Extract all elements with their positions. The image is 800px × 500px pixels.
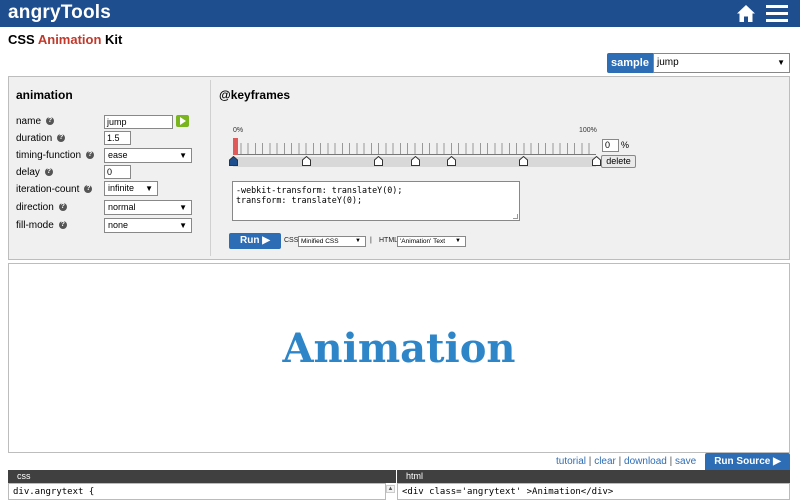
resize-handle-icon[interactable] xyxy=(513,214,518,219)
panel-divider xyxy=(210,80,211,256)
css-panel-header: css xyxy=(8,470,396,483)
timeline-end-label: 100% xyxy=(579,127,597,134)
css-code-editor[interactable]: div.angrytext { xyxy=(8,483,386,500)
keyframe-marker[interactable] xyxy=(446,156,456,166)
chevron-down-icon: ▼ xyxy=(777,58,785,67)
help-icon[interactable]: ? xyxy=(46,117,55,126)
help-icon[interactable]: ? xyxy=(44,168,53,177)
timeline-start-label: 0% xyxy=(233,127,244,134)
duration-label: duration? xyxy=(16,133,66,144)
chevron-down-icon: ▼ xyxy=(179,221,187,230)
chevron-down-icon: ▼ xyxy=(355,238,361,244)
keyframe-marker[interactable] xyxy=(410,156,420,166)
site-logo[interactable]: angryTools xyxy=(8,2,111,24)
scroll-up-arrow-icon[interactable]: ▲ xyxy=(386,485,395,493)
direction-select[interactable]: normal ▼ xyxy=(104,200,192,215)
css-output-select[interactable]: Minified CSS ▼ xyxy=(298,236,366,247)
save-link[interactable]: save xyxy=(675,456,696,467)
page-title: CSS Animation Kit xyxy=(8,32,123,47)
html-output-label: HTML xyxy=(379,237,399,244)
html-code-editor[interactable]: <div class='angrytext' >Animation</div> xyxy=(397,483,790,500)
action-links: tutorial | clear | download | save xyxy=(556,456,697,467)
sample-select[interactable]: jump ▼ xyxy=(653,53,790,73)
run-button[interactable]: Run ▶ xyxy=(229,233,281,249)
separator: | xyxy=(370,237,372,244)
preview-animation-text: Animation xyxy=(282,325,516,372)
download-link[interactable]: download xyxy=(624,456,667,467)
top-bar xyxy=(0,0,800,27)
keyframe-marker[interactable] xyxy=(374,156,384,166)
help-icon[interactable]: ? xyxy=(84,185,93,194)
keyframes-heading: @keyframes xyxy=(219,88,291,102)
html-panel-header: html xyxy=(397,470,790,483)
delay-label: delay? xyxy=(16,167,53,178)
fill-mode-select[interactable]: none ▼ xyxy=(104,218,192,233)
keyframe-marker[interactable] xyxy=(519,156,529,166)
home-icon[interactable] xyxy=(736,4,756,23)
timeline-current-position xyxy=(233,138,238,155)
chevron-down-icon: ▼ xyxy=(179,203,187,212)
keyframe-marker-selected[interactable] xyxy=(229,156,238,166)
keyframe-marker[interactable] xyxy=(592,156,601,166)
menu-icon[interactable] xyxy=(766,5,788,22)
iteration-count-label: iteration-count? xyxy=(16,184,93,195)
keyframe-code-textarea[interactable]: -webkit-transform: translateY(0); transf… xyxy=(232,181,520,221)
name-input[interactable]: jump xyxy=(104,115,173,129)
delete-button[interactable]: delete xyxy=(601,155,636,168)
chevron-down-icon: ▼ xyxy=(455,238,461,244)
direction-label: direction? xyxy=(16,202,67,213)
help-icon[interactable]: ? xyxy=(58,203,67,212)
help-icon[interactable]: ? xyxy=(58,221,67,230)
duration-input[interactable]: 1.5 xyxy=(104,131,131,145)
delay-input[interactable]: 0 xyxy=(104,165,131,179)
iteration-count-select[interactable]: infinite ▼ xyxy=(104,181,158,196)
html-output-select[interactable]: 'Animation' Text ▼ xyxy=(397,236,466,247)
percent-sign: % xyxy=(621,140,630,150)
fill-mode-label: fill-mode? xyxy=(16,220,67,231)
timing-function-select[interactable]: ease ▼ xyxy=(104,148,192,163)
play-button[interactable] xyxy=(176,115,189,127)
tutorial-link[interactable]: tutorial xyxy=(556,456,586,467)
keyframe-marker[interactable] xyxy=(301,156,311,166)
help-icon[interactable]: ? xyxy=(57,134,66,143)
name-label: name? xyxy=(16,116,55,127)
css-output-label: CSS xyxy=(284,237,299,244)
percent-input[interactable]: 0 xyxy=(602,139,619,152)
chevron-down-icon: ▼ xyxy=(179,151,187,160)
run-source-button[interactable]: Run Source ▶ xyxy=(705,453,790,470)
timeline-ruler[interactable] xyxy=(233,138,596,155)
chevron-down-icon: ▼ xyxy=(145,184,153,193)
timing-function-label: timing-function? xyxy=(16,150,95,161)
help-icon[interactable]: ? xyxy=(86,151,95,160)
sample-label: sample xyxy=(607,53,653,73)
clear-link[interactable]: clear xyxy=(594,456,616,467)
animation-heading: animation xyxy=(16,88,73,102)
